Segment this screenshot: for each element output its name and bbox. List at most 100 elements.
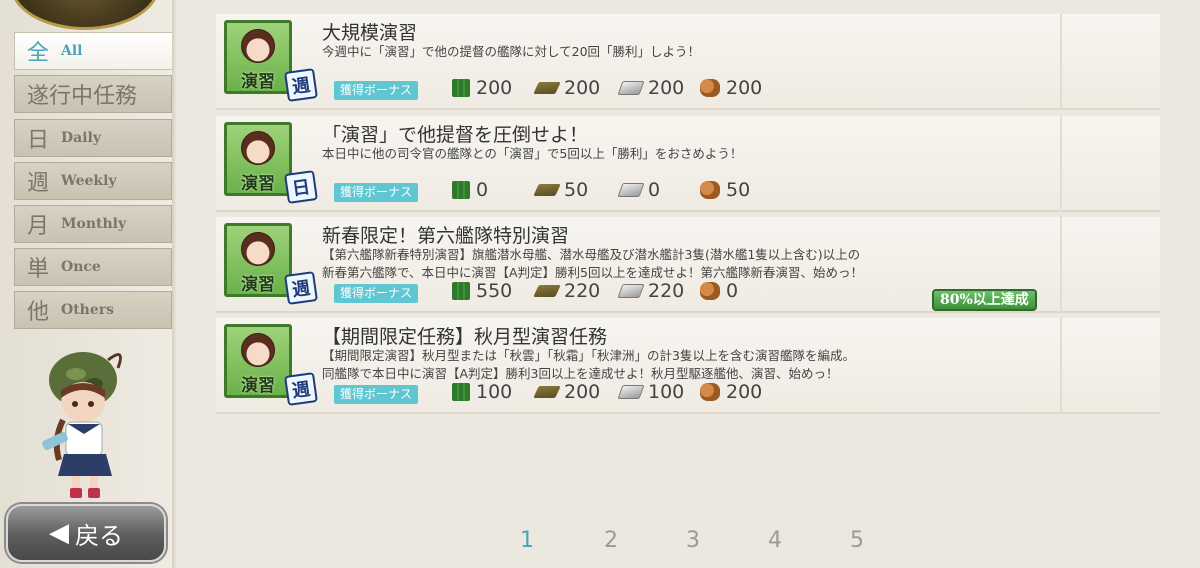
bauxite-icon — [700, 181, 720, 199]
pagination: 1 2 3 4 5 — [500, 528, 900, 562]
quest-title: 「演習」で他提督を圧倒せよ！ — [322, 124, 589, 146]
page-2[interactable]: 2 — [604, 528, 618, 553]
quest-category-badge: 演習 — [224, 122, 292, 196]
reward-ammo: 50 — [533, 179, 589, 201]
reward-ammo: 220 — [533, 280, 601, 302]
reward-steel: 0 — [617, 179, 660, 201]
ammo-icon — [533, 285, 561, 297]
quest-category-label: 演習 — [241, 376, 275, 396]
steel-icon — [617, 284, 645, 298]
quest-row-4[interactable]: 演習 週 【期間限定任務】秋月型演習任務 【期間限定演習】秋月型または「秋雲」「… — [216, 318, 1160, 414]
tab-all[interactable]: 全 All — [14, 32, 176, 70]
bauxite-icon — [700, 282, 720, 300]
back-arrow-icon: ◀ — [49, 518, 69, 548]
back-button-label: 戻る — [75, 521, 123, 550]
quest-row-3[interactable]: 演習 週 新春限定！第六艦隊特別演習 【第六艦隊新春特別演習】旗艦潜水母艦、潜水… — [216, 217, 1160, 313]
reward-fuel-value: 550 — [476, 280, 513, 302]
reward-bauxite: 200 — [700, 77, 762, 99]
reward-ammo: 200 — [533, 381, 601, 403]
reward-steel-value: 100 — [648, 381, 685, 403]
quest-status-divider — [1060, 318, 1062, 414]
quest-category-badge: 演習 — [224, 223, 292, 297]
bauxite-icon — [700, 79, 720, 97]
quest-title: 【期間限定任務】秋月型演習任務 — [322, 326, 608, 348]
tab-monthly[interactable]: 月 Monthly — [14, 205, 172, 243]
tab-weekly[interactable]: 週 Weekly — [14, 162, 172, 200]
tab-monthly-kanji: 月 — [27, 214, 50, 239]
ship-girl-face-icon — [241, 232, 275, 266]
bonus-tag: 獲得ボーナス — [334, 183, 419, 202]
tab-monthly-label: Monthly — [61, 216, 127, 232]
page-3[interactable]: 3 — [686, 528, 700, 553]
tab-daily-label: Daily — [61, 130, 101, 146]
quest-category-label: 演習 — [241, 275, 275, 295]
tab-others[interactable]: 他 Others — [14, 291, 172, 329]
bauxite-icon — [700, 383, 720, 401]
secretary-ship-girl-illustration[interactable] — [28, 340, 138, 500]
back-button[interactable]: ◀ 戻る — [6, 504, 166, 562]
reward-ammo-value: 50 — [564, 179, 589, 201]
progress-status-badge: 80%以上達成 — [932, 289, 1037, 311]
tab-once[interactable]: 単 Once — [14, 248, 172, 286]
ammo-icon — [533, 82, 561, 94]
quest-description-line: 今週中に「演習」で他の提督の艦隊に対して20回「勝利」しよう！ — [322, 44, 701, 59]
left-panel: 全 All 遂行中任務 日 Daily 週 Weekly 月 Monthly 単… — [0, 0, 176, 568]
reward-fuel: 550 — [452, 280, 512, 302]
tab-in-progress-label: 遂行中任務 — [27, 84, 138, 109]
page-1[interactable]: 1 — [520, 528, 534, 553]
bonus-tag: 獲得ボーナス — [334, 284, 419, 303]
fuel-icon — [452, 282, 470, 300]
reward-steel: 200 — [617, 77, 685, 99]
quest-title: 大規模演習 — [322, 22, 418, 44]
quest-row-1[interactable]: 演習 週 大規模演習 今週中に「演習」で他の提督の艦隊に対して20回「勝利」しよ… — [216, 14, 1160, 110]
tab-once-label: Once — [61, 259, 101, 275]
reward-ammo: 200 — [533, 77, 601, 99]
ship-girl-face-icon — [241, 333, 275, 367]
fuel-icon — [452, 383, 470, 401]
reward-fuel: 100 — [452, 381, 512, 403]
weekly-period-icon: 週 — [284, 271, 318, 305]
quest-title: 新春限定！第六艦隊特別演習 — [322, 225, 570, 247]
reward-steel: 100 — [617, 381, 685, 403]
tab-others-kanji: 他 — [27, 300, 50, 325]
tab-once-kanji: 単 — [27, 257, 50, 282]
quest-description-line: 【期間限定演習】秋月型または「秋雲」「秋霜」「秋津洲」の計3隻以上を含む演習艦隊… — [322, 348, 855, 363]
reward-steel-value: 200 — [648, 77, 685, 99]
reward-fuel-value: 200 — [476, 77, 513, 99]
quest-description: 本日中に他の司令官の艦隊との「演習」で5回以上「勝利」をおさめよう！ — [322, 145, 742, 163]
bonus-tag: 獲得ボーナス — [334, 385, 419, 404]
bonus-tag: 獲得ボーナス — [334, 81, 419, 100]
quest-description: 今週中に「演習」で他の提督の艦隊に対して20回「勝利」しよう！ — [322, 43, 700, 61]
reward-bauxite-value: 50 — [726, 179, 751, 201]
compass-emblem — [10, 0, 160, 30]
reward-steel-value: 220 — [648, 280, 685, 302]
daily-period-icon: 日 — [284, 170, 318, 204]
quest-status-divider — [1060, 14, 1062, 110]
reward-fuel: 0 — [452, 179, 488, 201]
tab-in-progress[interactable]: 遂行中任務 — [14, 75, 172, 113]
reward-ammo-value: 220 — [564, 280, 601, 302]
tab-others-label: Others — [61, 302, 115, 318]
page-5[interactable]: 5 — [850, 528, 864, 553]
reward-bauxite: 200 — [700, 381, 762, 403]
quest-description: 【期間限定演習】秋月型または「秋雲」「秋霜」「秋津洲」の計3隻以上を含む演習艦隊… — [322, 347, 855, 383]
panel-divider — [172, 0, 178, 568]
quest-row-2[interactable]: 演習 日 「演習」で他提督を圧倒せよ！ 本日中に他の司令官の艦隊との「演習」で5… — [216, 116, 1160, 212]
weekly-period-icon: 週 — [284, 372, 318, 406]
quest-category-badge: 演習 — [224, 20, 292, 94]
reward-ammo-value: 200 — [564, 381, 601, 403]
reward-bauxite: 50 — [700, 179, 750, 201]
steel-icon — [617, 385, 645, 399]
tab-daily-kanji: 日 — [27, 128, 50, 153]
tab-daily[interactable]: 日 Daily — [14, 119, 172, 157]
page-4[interactable]: 4 — [768, 528, 782, 553]
fuel-icon — [452, 181, 470, 199]
quest-category-label: 演習 — [241, 72, 275, 92]
quest-category-label: 演習 — [241, 174, 275, 194]
reward-ammo-value: 200 — [564, 77, 601, 99]
quest-description-line: 【第六艦隊新春特別演習】旗艦潜水母艦、潜水母艦及び潜水艦計3隻(潜水艦1隻以上含… — [322, 247, 861, 262]
quest-description-line: 本日中に他の司令官の艦隊との「演習」で5回以上「勝利」をおさめよう！ — [322, 146, 743, 161]
reward-fuel-value: 100 — [476, 381, 513, 403]
quest-status-divider — [1060, 217, 1062, 313]
ammo-icon — [533, 184, 561, 196]
